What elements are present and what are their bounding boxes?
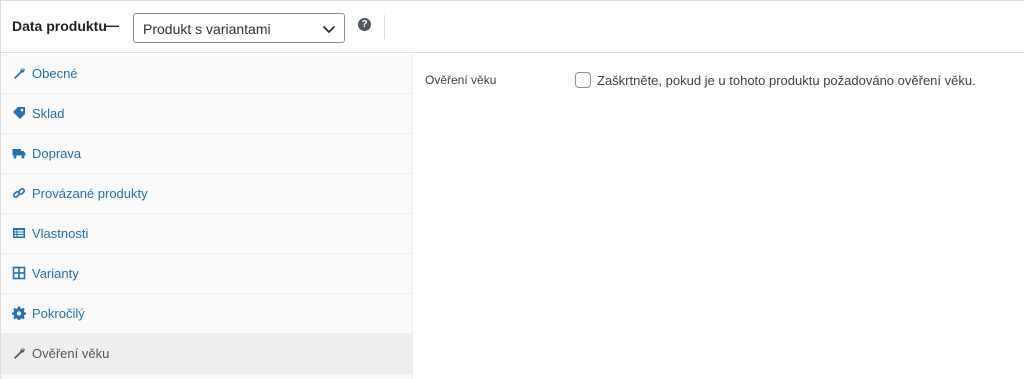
header-divider [384, 15, 385, 39]
list-table-icon [13, 228, 25, 238]
truck-icon [12, 149, 26, 159]
chevron-down-icon [323, 26, 335, 33]
link-icon [12, 187, 26, 199]
tab-attributes[interactable]: Vlastnosti [1, 214, 412, 254]
tab-label: Vlastnosti [32, 226, 89, 241]
tab-label: Ověření věku [32, 346, 110, 361]
age-verification-label: Ověření věku [425, 73, 497, 87]
age-verification-description: Zaškrtněte, pokud je u tohoto produktu p… [597, 73, 976, 88]
tab-advanced[interactable]: Pokročilý [1, 294, 412, 334]
tab-general[interactable]: Obecné [1, 54, 412, 94]
product-type-value: Produkt s variantami [143, 21, 271, 37]
tab-label: Pokročilý [32, 306, 85, 321]
tab-label: Sklad [32, 106, 65, 121]
help-icon[interactable]: ? [358, 18, 371, 31]
title-dash: — [105, 17, 119, 33]
product-data-tabs: Obecné Sklad Doprava Provázané produkty … [1, 54, 413, 379]
product-data-panel: Data produktu — Produkt s variantami ? O… [0, 0, 1024, 379]
tab-age-verification[interactable]: Ověření věku [1, 334, 412, 374]
tab-label: Doprava [32, 146, 82, 161]
tab-label: Varianty [32, 266, 79, 281]
age-verification-checkbox[interactable] [575, 72, 591, 88]
tab-linked-products[interactable]: Provázané produkty [1, 174, 412, 214]
tab-label: Provázané produkty [32, 186, 148, 201]
product-type-select[interactable]: Produkt s variantami [133, 13, 345, 43]
wrench-icon [14, 68, 25, 79]
tab-variations[interactable]: Varianty [1, 254, 412, 294]
panel-title: Data produktu [12, 18, 107, 34]
grid-icon [12, 266, 26, 280]
tab-inventory[interactable]: Sklad [1, 94, 412, 134]
tag-icon [13, 107, 25, 119]
product-data-header: Data produktu — Produkt s variantami ? [1, 1, 1024, 53]
tab-shipping[interactable]: Doprava [1, 134, 412, 174]
gear-icon [12, 306, 26, 320]
tab-label: Obecné [32, 66, 78, 81]
wrench-icon [14, 348, 25, 359]
tab-content: Ověření věku Zaškrtněte, pokud je u toho… [413, 54, 1024, 379]
